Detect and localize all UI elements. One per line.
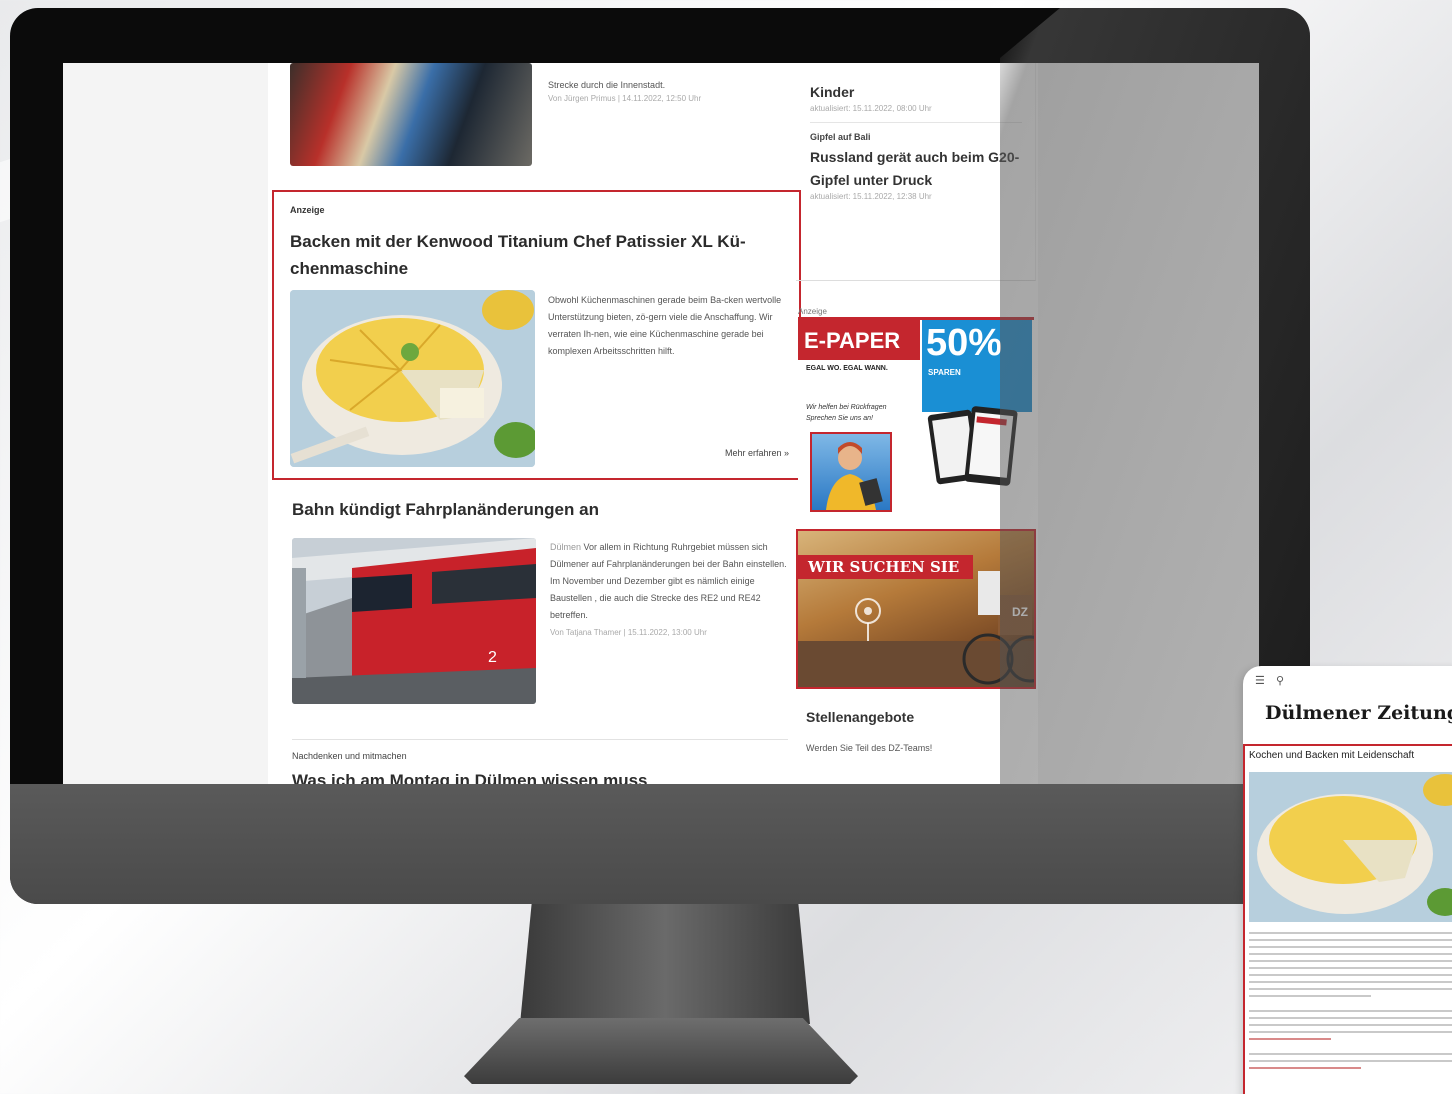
jobs-title[interactable]: Stellenangebote xyxy=(806,709,914,725)
sidebar-item1-meta: aktualisiert: 15.11.2022, 08:00 Uhr xyxy=(810,104,932,113)
newspaper-logo: Dülmener Zeitung xyxy=(1265,702,1452,724)
monitor-base xyxy=(464,1018,858,1084)
article-meta: Von Tatjana Thamer | 15.11.2022, 13:00 U… xyxy=(550,628,707,637)
sidebar-item1-title[interactable]: Kinder xyxy=(810,81,1022,104)
phone-toolbar: ☰ ⚲ xyxy=(1255,674,1284,687)
divider xyxy=(292,739,788,740)
jobs-subtitle: Werden Sie Teil des DZ-Teams! xyxy=(806,743,933,753)
sidebar-item2-meta: aktualisiert: 15.11.2022, 12:38 Uhr xyxy=(810,192,932,201)
epaper-ad-label: Anzeige xyxy=(798,307,827,316)
search-icon[interactable]: ⚲ xyxy=(1276,675,1284,687)
monitor: Strecke durch die Innenstadt. Von Jürgen… xyxy=(10,8,1310,904)
article-text-block: Dülmen Vor allem in Richtung Ruhrgebiet … xyxy=(550,539,795,637)
menu-icon[interactable]: ☰ xyxy=(1255,675,1265,687)
phone-cheesecake-image xyxy=(1249,772,1452,922)
epaper-save: SPAREN xyxy=(928,368,961,377)
ad-text: Obwohl Küchenmaschinen gerade beim Ba-ck… xyxy=(548,295,782,356)
article-teaser: Vor allem in Richtung Ruhrgebiet müssen … xyxy=(550,542,787,620)
jobs-banner: WIR SUCHEN SIE xyxy=(798,555,973,579)
ad-label: Anzeige xyxy=(290,205,325,215)
news-page: Strecke durch die Innenstadt. Von Jürgen… xyxy=(268,63,1038,784)
epaper-tagline: EGAL WO. EGAL WANN. xyxy=(806,365,888,372)
sidebar-separator xyxy=(810,122,1022,123)
woman-with-tablet-image xyxy=(810,432,892,512)
article-top-meta: Von Jürgen Primus | 14.11.2022, 12:50 Uh… xyxy=(548,94,702,103)
monitor-stand xyxy=(520,904,810,1024)
main-column: Strecke durch die Innenstadt. Von Jürgen… xyxy=(272,63,801,784)
article-title[interactable]: Bahn kündigt Fahrplanänderungen an xyxy=(292,500,599,520)
article-top-text: Strecke durch die Innenstadt. Von Jürgen… xyxy=(548,77,778,103)
sidebar-item2-kicker: Gipfel auf Bali xyxy=(810,132,871,142)
epaper-script: Wir helfen bei Rückfragen Sprechen Sie u… xyxy=(806,404,887,422)
article-location: Dülmen xyxy=(550,542,582,552)
monitor-chin xyxy=(10,784,1310,904)
ad-more-link[interactable]: Mehr erfahren » xyxy=(725,448,789,458)
train-image[interactable]: 2 xyxy=(292,538,536,704)
phone-headline: Kochen und Backen mit Leidenschaft xyxy=(1249,750,1415,761)
svg-text:2: 2 xyxy=(488,649,497,666)
article-top-snippet: Strecke durch die Innenstadt. xyxy=(548,80,666,90)
smartphone: ☰ ⚲ Dülmener Zeitung Kochen und Backen m… xyxy=(1243,666,1452,1094)
epaper-heading: E-PAPER xyxy=(798,320,920,360)
sidebar-item2-title[interactable]: Russland gerät auch beim G20-Gipfel unte… xyxy=(810,146,1022,192)
bottom-title[interactable]: Was ich am Montag in Dülmen wissen muss xyxy=(292,771,648,784)
cheesecake-image[interactable] xyxy=(290,290,535,467)
bottom-kicker: Nachdenken und mitmachen xyxy=(292,751,407,761)
ad-teaser[interactable]: Anzeige Backen mit der Kenwood Titanium … xyxy=(272,190,801,480)
ad-title[interactable]: Backen mit der Kenwood Titanium Chef Pat… xyxy=(290,228,790,282)
phone-text-lines xyxy=(1249,932,1452,1074)
article-text: Dülmen Vor allem in Richtung Ruhrgebiet … xyxy=(550,539,795,624)
article-thumbnail-top[interactable] xyxy=(290,63,532,166)
epaper-ad[interactable]: E-PAPER 50% SPAREN EGAL WO. EGAL WANN. W… xyxy=(798,317,1034,515)
